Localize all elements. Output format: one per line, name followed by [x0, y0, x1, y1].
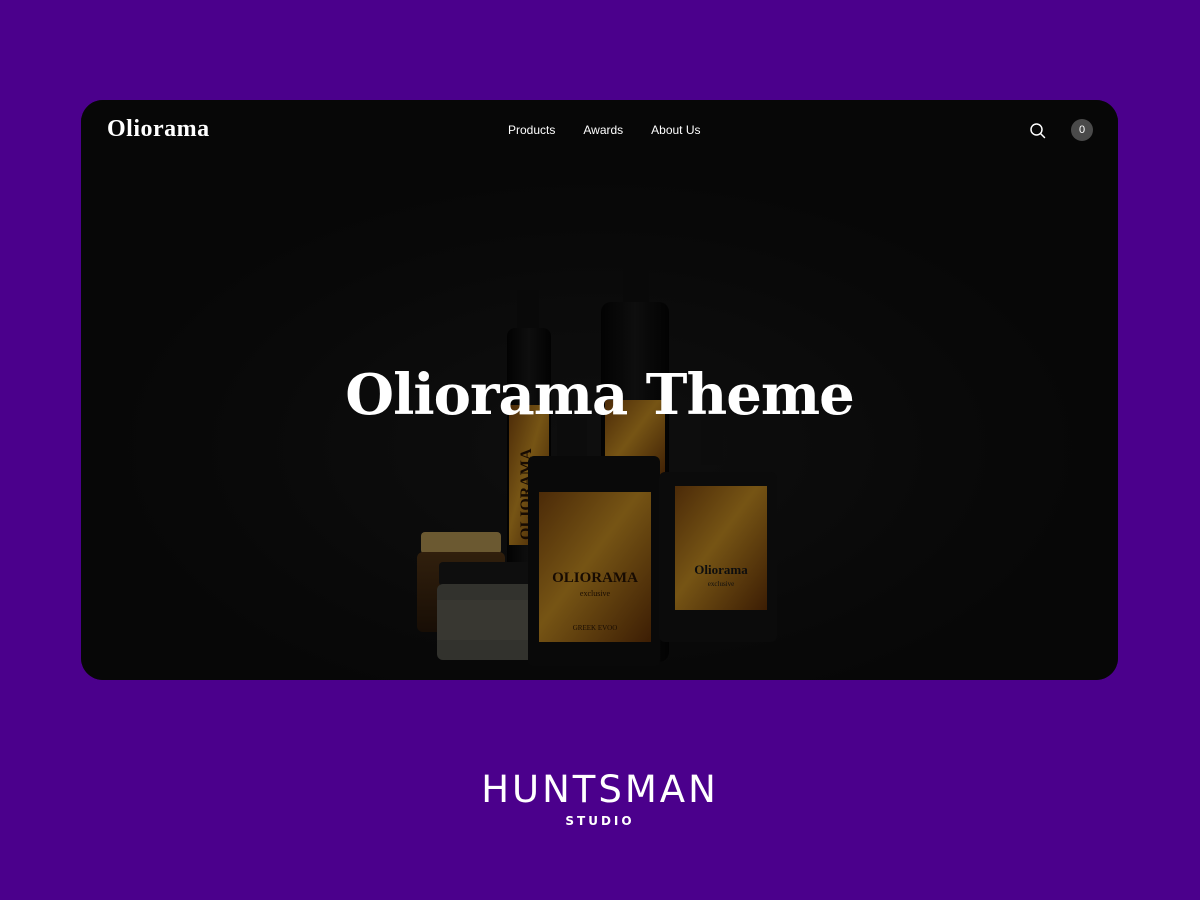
site-logo[interactable]: Oliorama — [107, 116, 210, 143]
studio-brand: HUNTSMAN STUDIO — [0, 768, 1200, 829]
studio-brand-name: HUNTSMAN — [481, 768, 719, 811]
studio-brand-sub: STUDIO — [565, 814, 635, 828]
main-nav: Products Awards About Us — [508, 123, 701, 137]
cart-count-badge[interactable]: 0 — [1071, 119, 1093, 141]
nav-about-us[interactable]: About Us — [651, 123, 700, 137]
hero-title: Oliorama Theme — [345, 362, 854, 428]
search-icon — [1030, 123, 1046, 139]
search-button[interactable] — [1028, 121, 1048, 141]
nav-products[interactable]: Products — [508, 123, 555, 137]
browser-window: OLIORAMA ORAM OLIORAMA exclusive GREEK E… — [81, 100, 1118, 680]
site-header: Oliorama Products Awards About Us 0 — [81, 100, 1118, 162]
nav-awards[interactable]: Awards — [583, 123, 623, 137]
